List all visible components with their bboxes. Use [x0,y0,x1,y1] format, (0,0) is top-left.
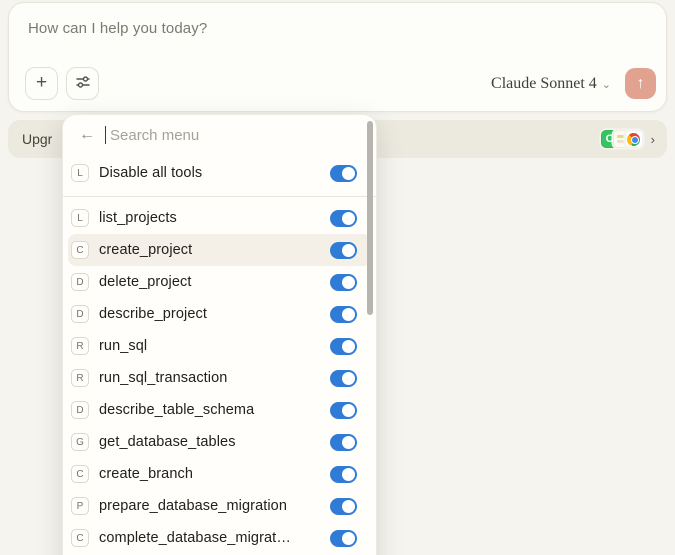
disable-all-tools-toggle[interactable] [330,165,357,182]
tool-row[interactable]: C create_branch [68,458,371,490]
tool-toggle[interactable] [330,498,357,515]
tools-menu: ← L Disable all tools L list_projects C … [62,114,377,555]
menu-tool-list: L list_projects C create_project D delet… [63,202,376,554]
tool-row[interactable]: L list_projects [68,202,371,234]
tool-row[interactable]: P prepare_database_migration [68,490,371,522]
tool-row[interactable]: G get_database_tables [68,426,371,458]
tool-label: get_database_tables [99,434,320,450]
tool-label: delete_project [99,274,320,290]
sliders-icon [75,74,91,93]
tool-toggle[interactable] [330,338,357,355]
send-button[interactable]: ↑ [625,68,656,99]
tool-label: complete_database_migrat… [99,530,320,546]
tool-badge: D [71,305,89,323]
tool-toggle[interactable] [330,466,357,483]
tool-badge: L [71,164,89,182]
tool-row[interactable]: R run_sql_transaction [68,362,371,394]
tool-label: prepare_database_migration [99,498,320,514]
tool-label: create_branch [99,466,320,482]
tools-settings-button[interactable] [66,67,99,100]
composer-placeholder: How can I help you today? [28,20,207,37]
tool-badge: C [71,241,89,259]
text-caret [105,126,106,144]
tool-toggle[interactable] [330,274,357,291]
menu-divider [63,196,376,197]
tool-toggle[interactable] [330,242,357,259]
tool-toggle[interactable] [330,306,357,323]
tool-row[interactable]: D describe_table_schema [68,394,371,426]
tool-toggle[interactable] [330,370,357,387]
tool-label: run_sql_transaction [99,370,320,386]
search-input[interactable] [110,127,360,144]
menu-search-row: ← [63,115,376,155]
tool-row[interactable]: R run_sql [68,330,371,362]
banner-right: C › [601,130,655,148]
tool-badge: D [71,401,89,419]
tool-label: describe_project [99,306,320,322]
tool-badge: L [71,209,89,227]
tool-toggle[interactable] [330,434,357,451]
tool-label: describe_table_schema [99,402,320,418]
attach-button[interactable]: + [25,67,58,100]
back-arrow-icon[interactable]: ← [79,126,95,144]
tool-label: list_projects [99,210,320,226]
model-name: Claude Sonnet 4 [491,75,597,93]
tool-row[interactable]: C complete_database_migrat… [68,522,371,554]
menu-scrollbar-thumb[interactable] [367,121,373,315]
tool-badge: G [71,433,89,451]
tool-row[interactable]: C create_project [68,234,371,266]
tool-row[interactable]: D delete_project [68,266,371,298]
banner-text: Upgr [22,131,52,147]
disable-all-tools-row[interactable]: L Disable all tools [68,155,371,191]
tool-row[interactable]: D describe_project [68,298,371,330]
chrome-icon [625,130,643,148]
tool-badge: D [71,273,89,291]
chat-composer[interactable]: How can I help you today? + Claude Sonne… [8,2,667,112]
tool-toggle[interactable] [330,530,357,547]
tool-toggle[interactable] [330,210,357,227]
tool-badge: P [71,497,89,515]
chevron-right-icon: › [651,132,655,147]
connector-icon-stack: C [601,130,643,148]
tool-badge: R [71,337,89,355]
composer-toolbar: + Claude Sonnet 4 ⌄ ↑ [9,67,666,100]
tool-label: create_project [99,242,320,258]
disable-all-tools-label: Disable all tools [99,165,320,181]
tool-badge: R [71,369,89,387]
plus-icon: + [36,73,47,92]
model-selector[interactable]: Claude Sonnet 4 ⌄ [491,75,611,93]
tool-badge: C [71,529,89,547]
chevron-down-icon: ⌄ [602,78,611,91]
tool-toggle[interactable] [330,402,357,419]
tool-label: run_sql [99,338,320,354]
tool-badge: C [71,465,89,483]
arrow-up-icon: ↑ [637,75,645,93]
